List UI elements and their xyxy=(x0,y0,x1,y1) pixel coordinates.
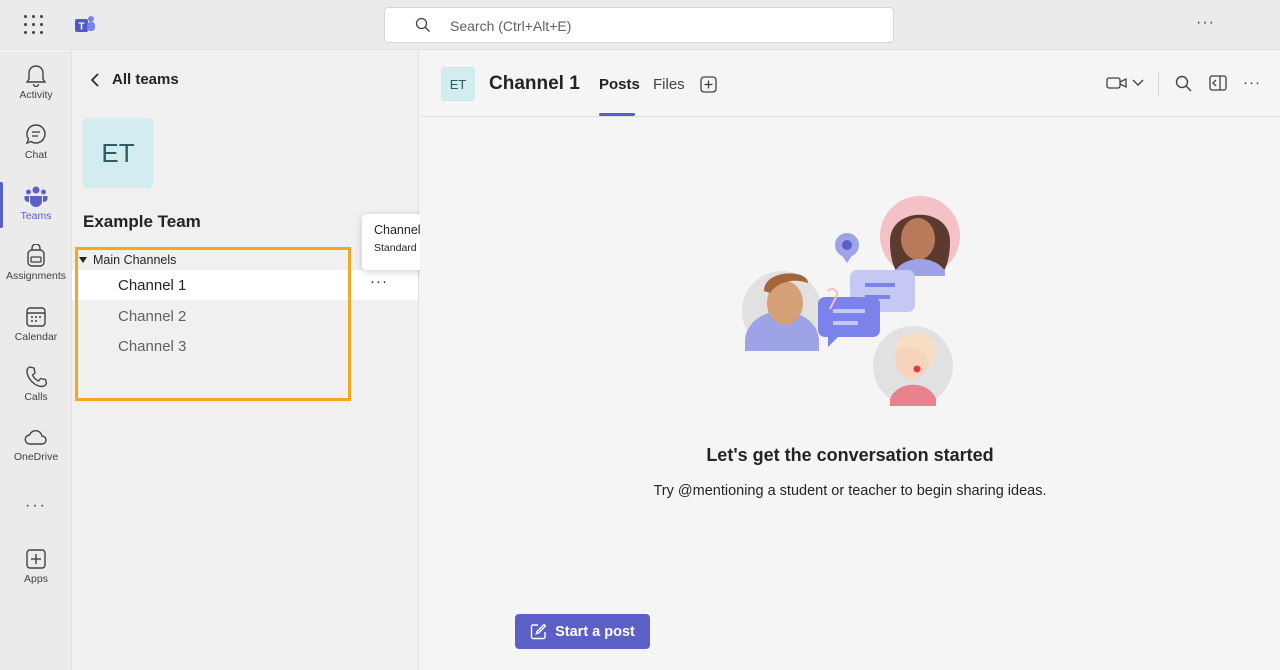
calendar-icon xyxy=(26,307,46,327)
rail-item-assignments[interactable]: Assignments xyxy=(0,236,72,294)
chevron-left-icon xyxy=(90,72,99,87)
add-square-icon xyxy=(26,549,46,569)
title-bar: T Search (Ctrl+Alt+E) ··· xyxy=(0,0,1280,50)
channel-title: Channel 1 xyxy=(489,73,580,94)
rail-item-teams[interactable]: Teams xyxy=(0,176,72,234)
search-placeholder: Search (Ctrl+Alt+E) xyxy=(450,18,572,34)
chat-icon xyxy=(25,124,46,145)
back-label: All teams xyxy=(112,71,179,88)
cloud-icon xyxy=(24,430,47,445)
compose-icon xyxy=(530,623,547,640)
teams-icon xyxy=(24,186,48,207)
more-options-icon[interactable]: ··· xyxy=(1243,74,1261,91)
team-avatar[interactable]: ET xyxy=(83,118,153,188)
add-tab-icon[interactable] xyxy=(700,76,717,93)
more-apps-icon[interactable]: ··· xyxy=(0,497,72,515)
conversation-illustration xyxy=(742,196,960,406)
tab-posts[interactable]: Posts xyxy=(599,76,640,93)
rail-label: Activity xyxy=(19,89,53,101)
channel-main: ET Channel 1 Posts Files ··· Let's get t… xyxy=(420,51,1280,670)
empty-state-subtitle: Try @mentioning a student or teacher to … xyxy=(653,483,1047,499)
channel-info-icon[interactable] xyxy=(1209,75,1227,91)
channel-avatar: ET xyxy=(441,67,475,101)
active-tab-indicator xyxy=(599,113,635,116)
highlight-box xyxy=(75,247,351,401)
phone-icon xyxy=(26,366,47,388)
search-icon[interactable] xyxy=(1175,75,1192,92)
rail-item-chat[interactable]: Chat xyxy=(0,115,72,173)
app-bar: Activity Chat Teams Assignments Calendar… xyxy=(0,51,72,670)
rail-label: Calls xyxy=(24,391,48,403)
team-pane: All teams ET Example Team Main Channels … xyxy=(72,51,446,670)
rail-item-activity[interactable]: Activity xyxy=(0,55,72,113)
start-post-label: Start a post xyxy=(555,623,635,640)
search-input[interactable]: Search (Ctrl+Alt+E) xyxy=(384,7,894,43)
rail-item-calendar[interactable]: Calendar xyxy=(0,297,72,355)
bell-icon xyxy=(25,65,47,87)
search-icon xyxy=(415,17,430,32)
backpack-icon xyxy=(27,244,45,267)
rail-item-onedrive[interactable]: OneDrive xyxy=(0,417,72,475)
tab-files[interactable]: Files xyxy=(653,76,685,93)
start-post-button[interactable]: Start a post xyxy=(515,614,650,649)
rail-label: OneDrive xyxy=(13,451,59,463)
svg-text:T: T xyxy=(78,22,84,33)
chevron-down-icon[interactable] xyxy=(1132,79,1144,87)
rail-label: Calendar xyxy=(14,331,58,343)
channel-header: ET Channel 1 Posts Files ··· xyxy=(420,51,1280,117)
all-teams-back-button[interactable]: All teams xyxy=(90,71,179,88)
rail-label: Assignments xyxy=(5,270,67,282)
header-divider xyxy=(1158,73,1159,97)
empty-state-title: Let's get the conversation started xyxy=(706,445,994,465)
rail-item-calls[interactable]: Calls xyxy=(0,357,72,415)
rail-label: Teams xyxy=(20,210,52,222)
app-launcher-icon[interactable] xyxy=(22,13,46,37)
rail-item-apps[interactable]: Apps xyxy=(0,539,72,597)
more-options-icon[interactable]: ··· xyxy=(1196,14,1215,32)
teams-logo-icon: T xyxy=(75,16,95,33)
rail-label: Apps xyxy=(24,573,48,585)
channel-more-icon[interactable]: ··· xyxy=(370,273,388,290)
video-meet-icon[interactable] xyxy=(1106,75,1128,91)
team-name[interactable]: Example Team xyxy=(83,212,201,232)
rail-label: Chat xyxy=(24,149,48,161)
